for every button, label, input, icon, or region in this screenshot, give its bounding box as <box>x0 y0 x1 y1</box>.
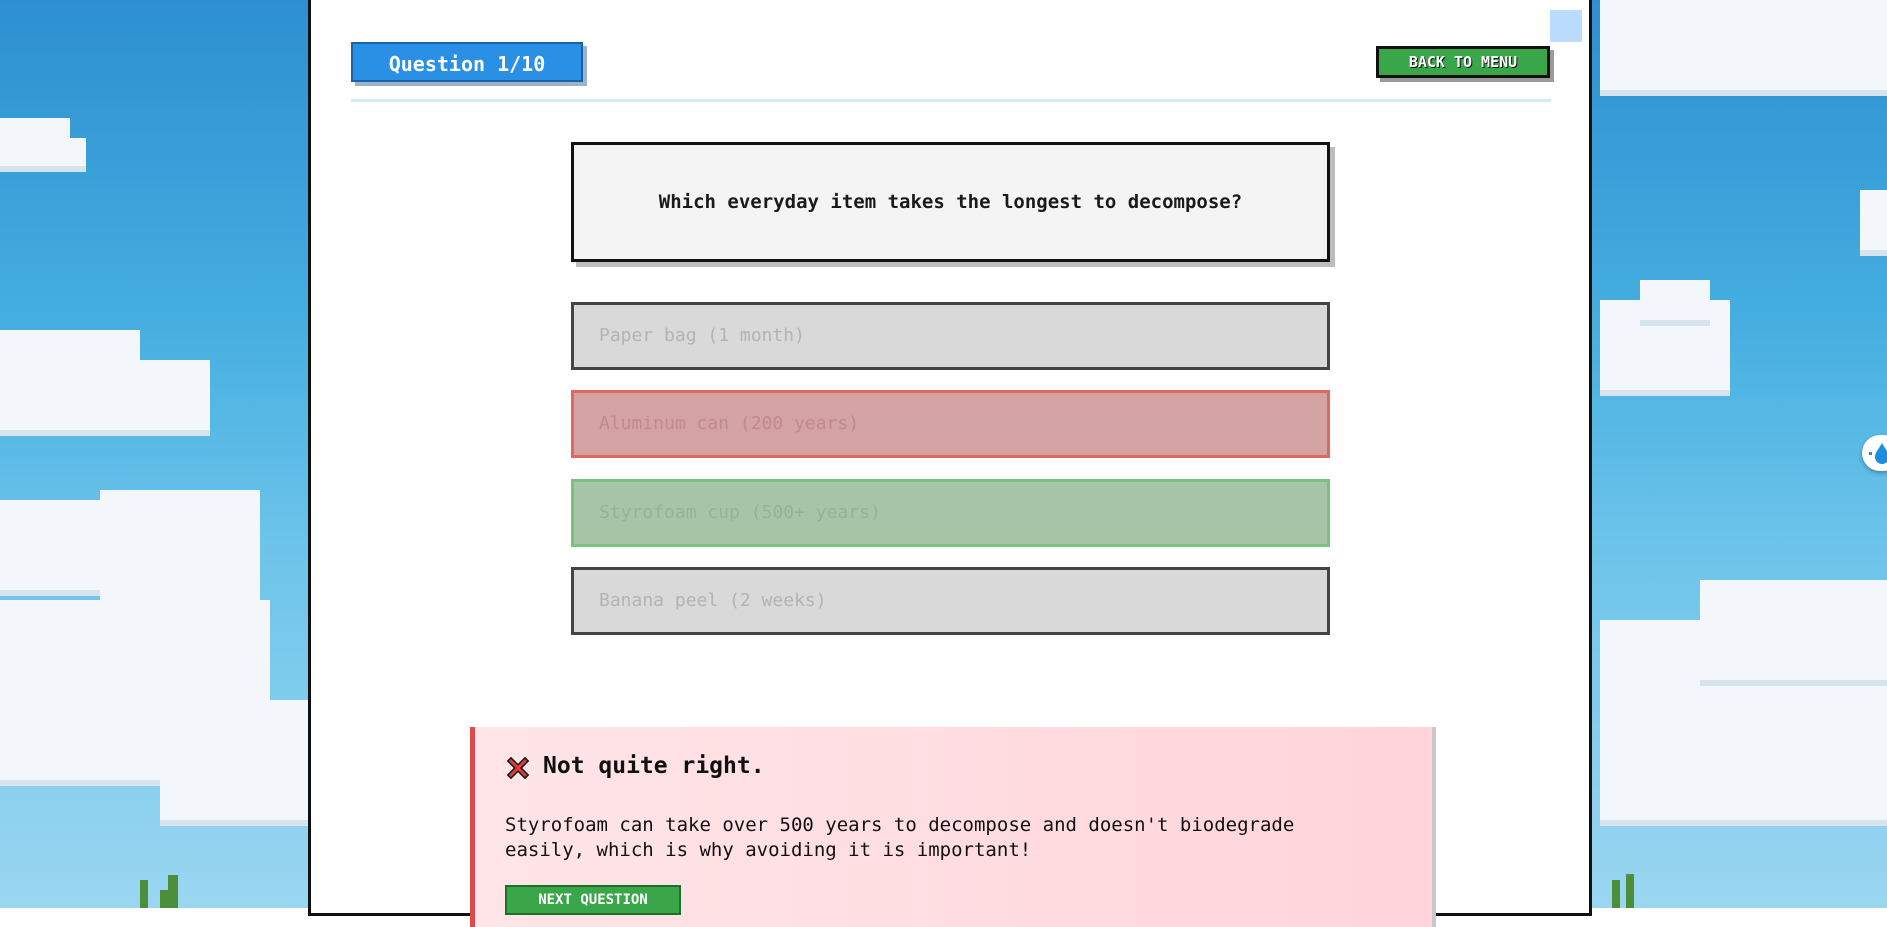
cloud <box>160 700 310 820</box>
back-to-menu-button[interactable]: BACK TO MENU <box>1376 46 1550 78</box>
water-drop-icon <box>1869 443 1887 464</box>
cloud <box>60 360 210 430</box>
corner-square <box>1550 10 1582 42</box>
cactus <box>160 890 168 908</box>
answer-option-label: Styrofoam cup (500+ years) <box>599 502 881 523</box>
answer-option-label: Paper bag (1 month) <box>599 325 805 346</box>
answer-option[interactable]: Banana peel (2 weeks) <box>571 567 1330 635</box>
feedback-panel: Not quite right. Styrofoam can take over… <box>470 727 1432 927</box>
cross-icon <box>507 757 529 779</box>
cactus <box>140 880 148 908</box>
cloud <box>100 490 260 600</box>
cloud <box>1640 280 1710 320</box>
answer-option-label: Banana peel (2 weeks) <box>599 590 827 611</box>
feedback-text: Styrofoam can take over 500 years to dec… <box>505 814 1295 861</box>
cactus <box>168 875 178 908</box>
answer-option-label: Aluminum can (200 years) <box>599 413 860 434</box>
question-text: Which everyday item takes the longest to… <box>658 191 1243 213</box>
cloud <box>1860 190 1887 250</box>
answer-option-wrong[interactable]: Aluminum can (200 years) <box>571 390 1330 458</box>
cloud <box>1600 0 1887 90</box>
question-counter-badge: Question 1/10 <box>351 42 583 82</box>
next-question-button[interactable]: NEXT QUESTION <box>505 885 681 915</box>
cactus <box>1626 874 1634 908</box>
answer-option-correct[interactable]: Styrofoam cup (500+ years) <box>571 479 1330 547</box>
side-widget[interactable] <box>1862 435 1887 471</box>
cloud <box>40 138 86 166</box>
question-box: Which everyday item takes the longest to… <box>571 142 1330 262</box>
cactus <box>1612 880 1620 908</box>
answer-option[interactable]: Paper bag (1 month) <box>571 302 1330 370</box>
feedback-title: Not quite right. <box>543 753 765 779</box>
header-divider <box>351 99 1551 102</box>
cloud <box>1700 580 1887 680</box>
